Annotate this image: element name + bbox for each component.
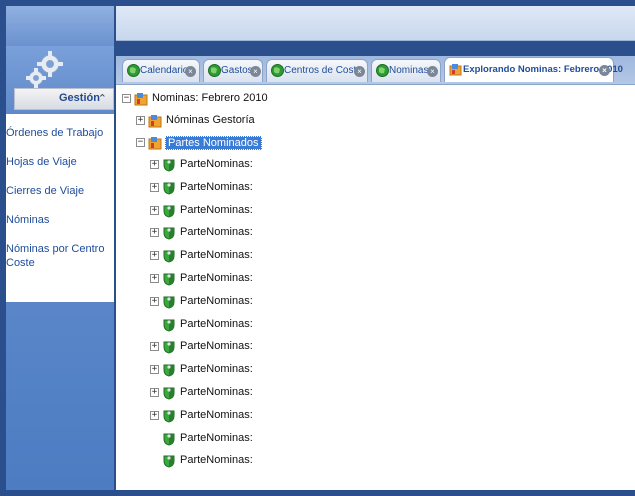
tab-explorando-nominas[interactable]: Explorando Nominas: Febrero 2010 × [444,57,623,82]
sidebar-header-band [6,6,114,46]
tree-node-label: ParteNominas: [180,295,253,307]
sidebar-item-nominas[interactable]: Nóminas [6,213,110,227]
collapse-toggle[interactable]: − [136,138,145,147]
green-shield-icon [163,296,175,309]
green-shield-icon [163,455,175,468]
green-shield-icon [163,250,175,263]
folder-chart-icon [449,64,462,76]
frame-bottom [0,490,635,496]
green-shield-icon [163,364,175,377]
sidebar-item-hojas-de-viaje[interactable]: Hojas de Viaje [6,155,110,169]
nav-panel: Órdenes de Trabajo Hojas de Viaje Cierre… [6,114,114,302]
tab-nominas[interactable]: Nominas × [371,59,441,82]
sidebar-item-ordenes-de-trabajo[interactable]: Órdenes de Trabajo [6,126,110,140]
close-icon[interactable]: × [185,66,196,77]
sidebar-item-coste[interactable]: Coste [6,256,110,270]
green-shield-icon [163,319,175,332]
folder-chart-icon [134,93,148,106]
close-icon[interactable]: × [354,66,365,77]
tree-node-label: ParteNominas: [180,409,253,421]
tab-calendarios[interactable]: Calendarios × [122,59,200,82]
expand-toggle[interactable]: + [150,206,159,215]
expand-toggle[interactable]: + [136,116,145,125]
expand-toggle[interactable]: + [150,297,159,306]
tree-node-label: ParteNominas: [180,340,253,352]
expand-toggle[interactable]: + [150,365,159,374]
folder-chart-icon [148,137,162,150]
expand-toggle[interactable]: + [150,411,159,420]
tree-node-label: Partes Nominados [165,136,262,150]
tree-node-label: ParteNominas: [180,226,253,238]
tree-node-label: ParteNominas: [180,204,253,216]
expand-toggle[interactable]: + [150,160,159,169]
top-toolbar [116,6,635,41]
tab-label: Nominas [389,65,429,76]
app-frame: Gestión ⌃ Órdenes de Trabajo Hojas de Vi… [0,0,635,496]
tree-node-label: ParteNominas: [180,318,253,330]
green-globe-icon [271,64,284,77]
sidebar: Gestión ⌃ Órdenes de Trabajo Hojas de Vi… [6,6,114,490]
expand-toggle[interactable]: + [150,274,159,283]
sidebar-item-cierres-de-viaje[interactable]: Cierres de Viaje [6,184,110,198]
green-shield-icon [163,410,175,423]
tree-node-label: ParteNominas: [180,454,253,466]
tab-centros-de-coste[interactable]: Centros de Coste × [266,59,368,82]
section-title: Gestión [59,92,100,104]
chevron-double-up-icon[interactable]: ⌃ [98,92,107,105]
tree-node-label: ParteNominas: [180,272,253,284]
tree-node-label: ParteNominas: [180,432,253,444]
expand-toggle[interactable]: + [150,228,159,237]
tree-view: − Nominas: Febrero 2010 + Nóminas Gestor… [116,84,635,491]
tree-node-label: Nominas: Febrero 2010 [152,92,268,104]
tree-node-label: ParteNominas: [180,363,253,375]
green-globe-icon [208,64,221,77]
gestion-section-header[interactable]: Gestión ⌃ [14,88,114,110]
folder-chart-icon [148,115,162,128]
expand-toggle[interactable]: + [150,342,159,351]
collapse-toggle[interactable]: − [122,94,131,103]
tree-node-label: Nóminas Gestoría [166,114,255,126]
expand-toggle[interactable]: + [150,388,159,397]
green-shield-icon [163,433,175,446]
tab-gastos[interactable]: Gastos × [203,59,263,82]
close-icon[interactable]: × [599,65,610,76]
green-globe-icon [127,64,140,77]
expand-toggle[interactable]: + [150,251,159,260]
tree-node-label: ParteNominas: [180,158,253,170]
tab-label: Gastos [221,65,253,76]
green-shield-icon [163,341,175,354]
green-shield-icon [163,273,175,286]
close-icon[interactable]: × [250,66,261,77]
green-shield-icon [163,159,175,172]
green-shield-icon [163,205,175,218]
tree-node-label: ParteNominas: [180,249,253,261]
close-icon[interactable]: × [427,66,438,77]
tab-label: Centros de Coste [284,65,362,76]
expand-toggle[interactable]: + [150,183,159,192]
tree-node-label: ParteNominas: [180,181,253,193]
green-shield-icon [163,387,175,400]
tree-node-label: ParteNominas: [180,386,253,398]
sidebar-item-nominas-por-centro[interactable]: Nóminas por Centro [6,242,110,256]
green-shield-icon [163,227,175,240]
green-globe-icon [376,64,389,77]
green-shield-icon [163,182,175,195]
